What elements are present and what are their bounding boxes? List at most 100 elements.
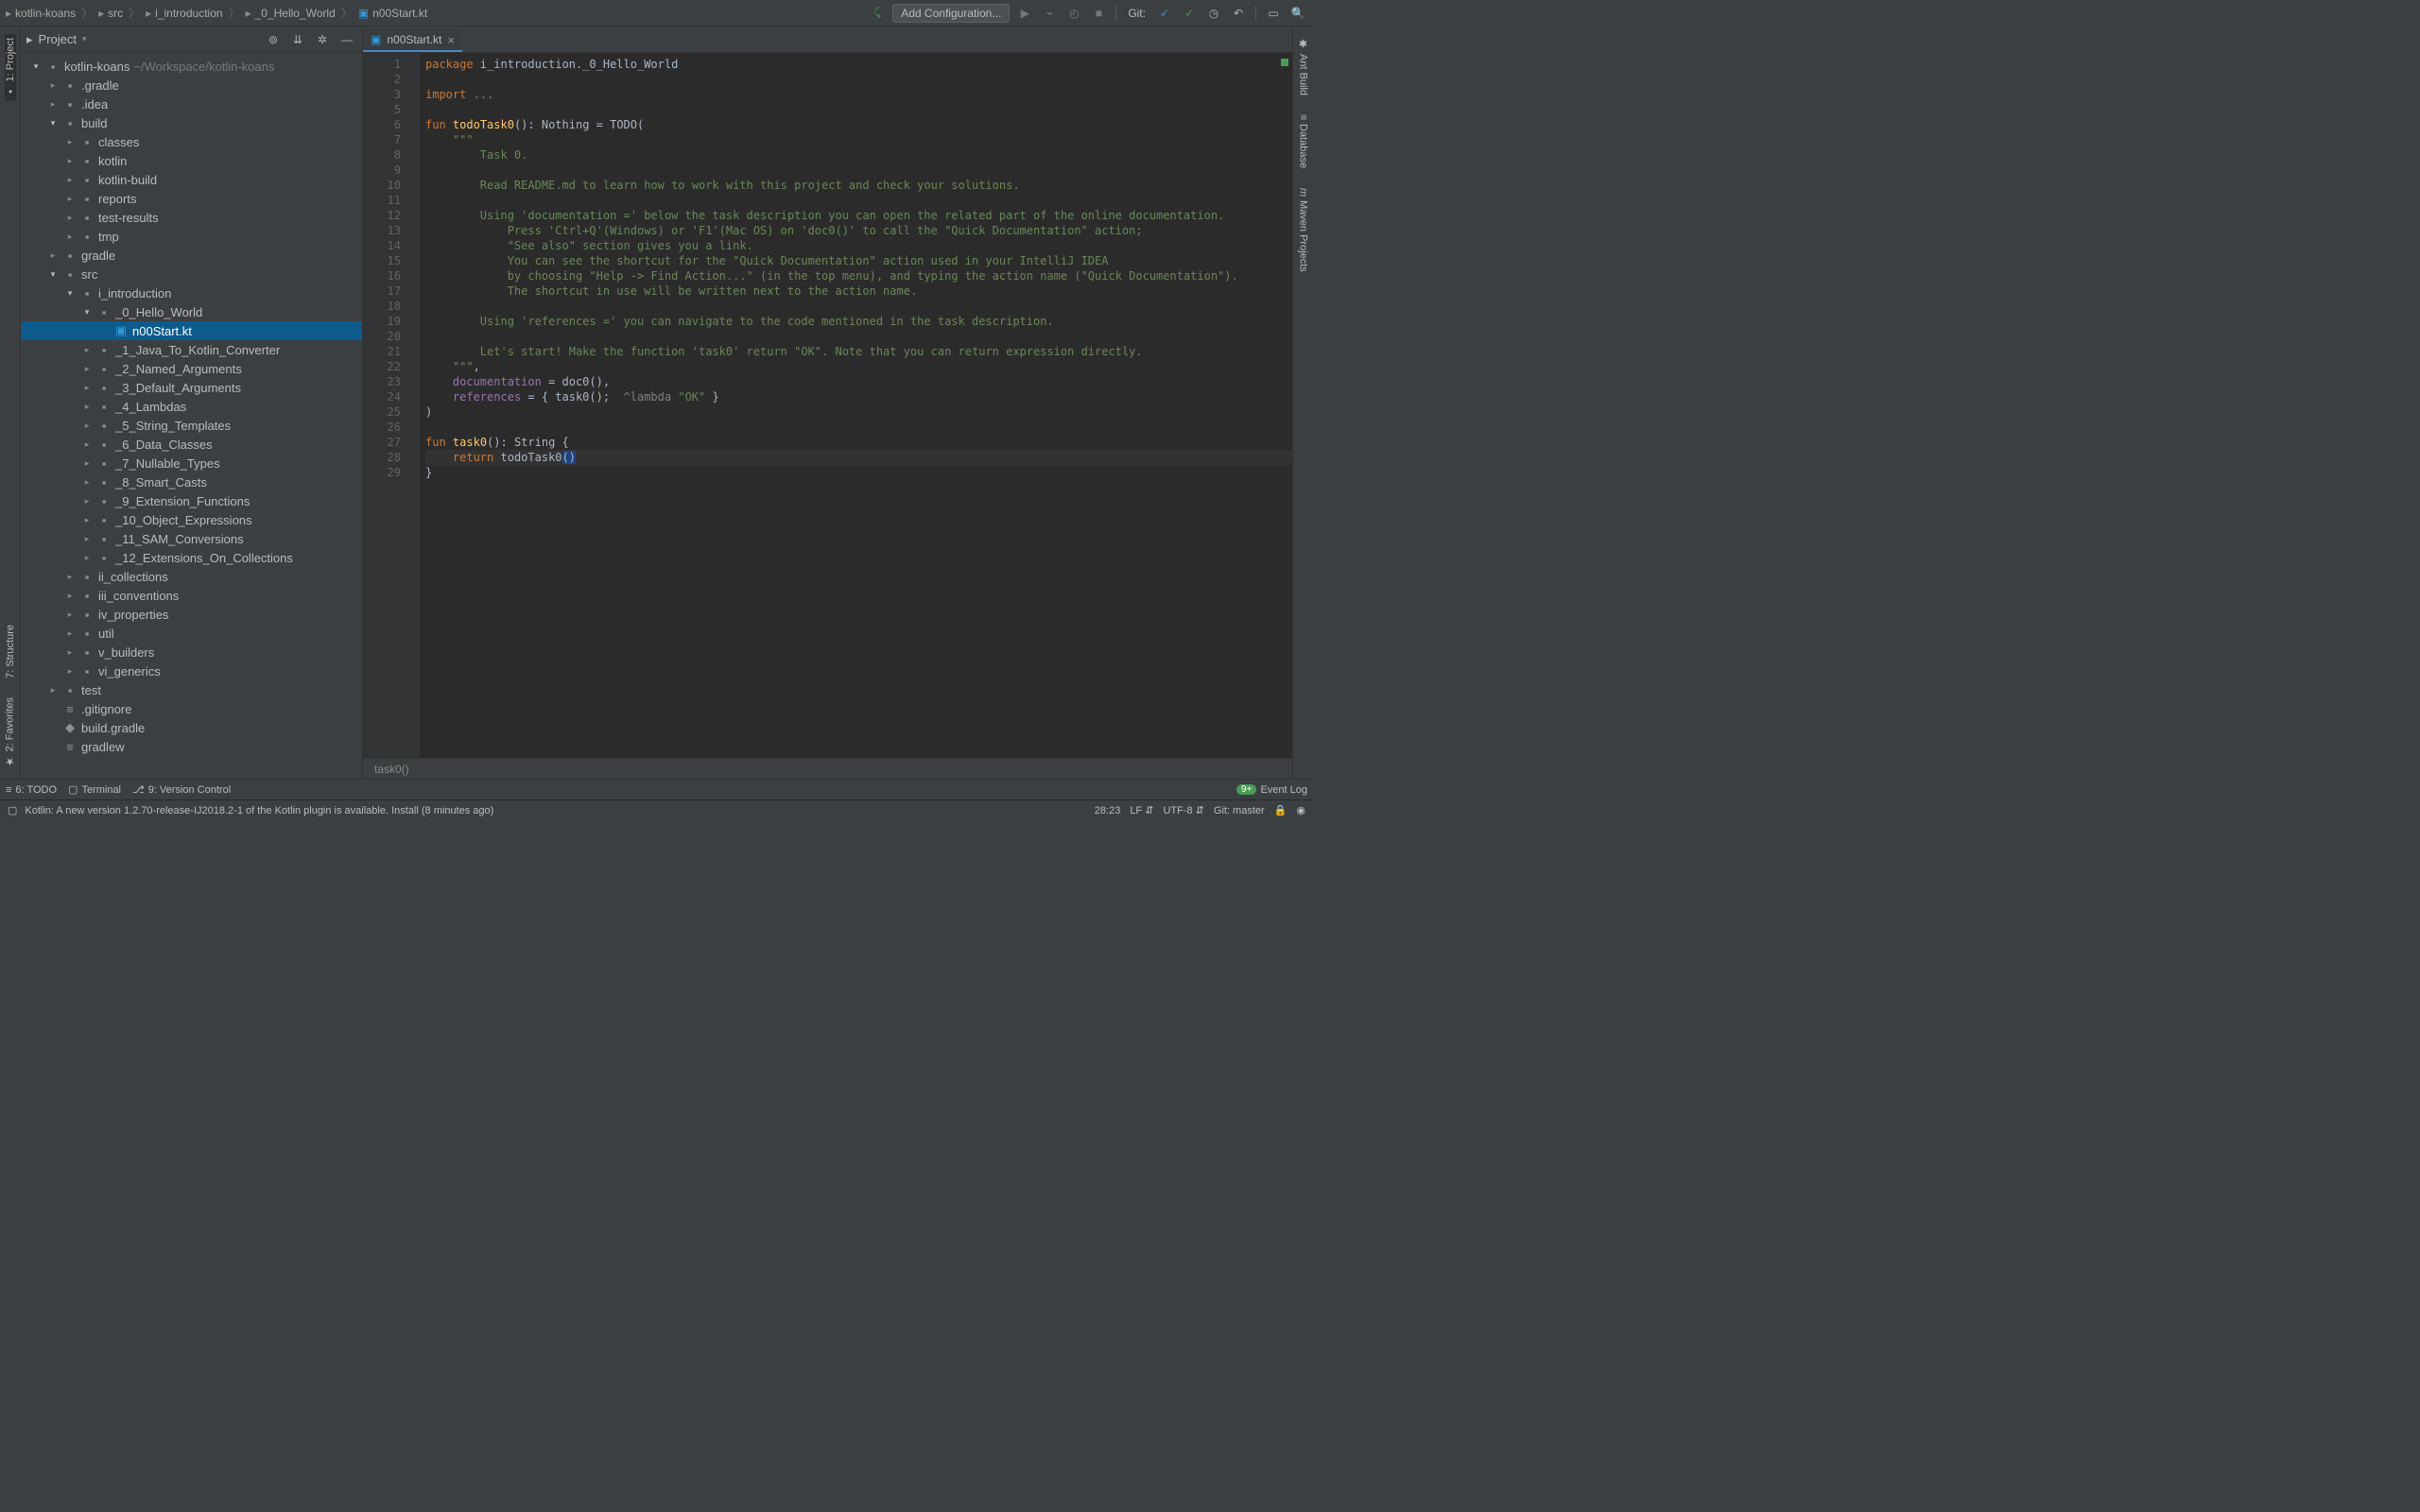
tree-folder[interactable]: ▾▪src (21, 265, 362, 284)
tree-folder[interactable]: ▾▪build (21, 113, 362, 132)
tree-folder[interactable]: ▸▪_11_SAM_Conversions (21, 529, 362, 548)
hat-icon[interactable]: ◉ (1296, 804, 1305, 816)
version-control-tool-button[interactable]: ⎇ 9: Version Control (132, 783, 231, 796)
close-icon[interactable]: × (447, 33, 455, 47)
tree-folder[interactable]: ▸▪vi_generics (21, 662, 362, 680)
tree-folder[interactable]: ▸▪iii_conventions (21, 586, 362, 605)
code-area[interactable]: package i_introduction._0_Hello_World im… (420, 53, 1292, 758)
tree-arrow-open[interactable]: ▾ (47, 269, 59, 280)
lock-icon[interactable]: 🔒 (1274, 804, 1288, 816)
tree-file[interactable]: ≡gradlew (21, 737, 362, 756)
tree-folder[interactable]: ▸▪v_builders (21, 643, 362, 662)
tree-arrow-open[interactable]: ▾ (47, 118, 59, 129)
inspection-marker[interactable] (1281, 59, 1288, 66)
maven-tool-button[interactable]: m Maven Projects (1298, 184, 1309, 276)
tree-folder[interactable]: ▸▪reports (21, 189, 362, 208)
tree-arrow-open[interactable]: ▾ (81, 307, 93, 318)
tree-folder[interactable]: ▸▪_2_Named_Arguments (21, 359, 362, 378)
tree-folder[interactable]: ▸▪iv_properties (21, 605, 362, 624)
git-branch[interactable]: Git: master (1214, 805, 1265, 816)
tree-folder[interactable]: ▾▪_0_Hello_World (21, 302, 362, 321)
debug-icon[interactable]: ⌁ (1040, 4, 1059, 23)
tree-arrow-closed[interactable]: ▸ (47, 80, 59, 91)
vcs-update-icon[interactable]: ✓ (1155, 4, 1174, 23)
breadcrumb-item[interactable]: ▸kotlin-koans (6, 7, 76, 20)
breadcrumb-item[interactable]: ▸i_introduction (146, 7, 222, 20)
tree-arrow-closed[interactable]: ▸ (81, 439, 93, 450)
run-icon[interactable]: ▶ (1015, 4, 1034, 23)
tree-folder[interactable]: ▸▪_10_Object_Expressions (21, 510, 362, 529)
terminal-tool-button[interactable]: ▢ Terminal (68, 783, 121, 796)
vcs-revert-icon[interactable]: ↶ (1229, 4, 1248, 23)
tree-arrow-closed[interactable]: ▸ (64, 591, 76, 601)
tree-arrow-closed[interactable]: ▸ (64, 194, 76, 204)
tree-folder[interactable]: ▸▪kotlin-build (21, 170, 362, 189)
tree-arrow-closed[interactable]: ▸ (64, 137, 76, 147)
tree-folder[interactable]: ▸▪_7_Nullable_Types (21, 454, 362, 472)
tree-arrow-open[interactable]: ▾ (64, 288, 76, 299)
project-structure-icon[interactable]: ▭ (1264, 4, 1283, 23)
tree-folder[interactable]: ▸▪tmp (21, 227, 362, 246)
tree-arrow-open[interactable]: ▾ (30, 61, 42, 72)
tree-arrow-closed[interactable]: ▸ (81, 458, 93, 469)
tree-arrow-closed[interactable]: ▸ (47, 250, 59, 261)
tree-arrow-closed[interactable]: ▸ (64, 628, 76, 639)
tree-folder[interactable]: ▸▪ii_collections (21, 567, 362, 586)
tree-file[interactable]: ◆build.gradle (21, 718, 362, 737)
tree-file[interactable]: ▣n00Start.kt (21, 321, 362, 340)
project-view-title[interactable]: Project (39, 32, 77, 46)
tree-folder[interactable]: ▾▪kotlin-koans~/Workspace/kotlin-koans (21, 57, 362, 76)
tree-folder[interactable]: ▸▪test (21, 680, 362, 699)
tree-folder[interactable]: ▸▪_4_Lambdas (21, 397, 362, 416)
tree-arrow-closed[interactable]: ▸ (81, 553, 93, 563)
tree-folder[interactable]: ▸▪_6_Data_Classes (21, 435, 362, 454)
breadcrumb-item[interactable]: ▸_0_Hello_World (246, 7, 336, 20)
tree-folder[interactable]: ▸▪test-results (21, 208, 362, 227)
event-log-button[interactable]: 9+ Event Log (1236, 784, 1307, 796)
tree-arrow-closed[interactable]: ▸ (81, 515, 93, 525)
editor[interactable]: 1235678910111213141516171819202122232425… (363, 53, 1292, 758)
vcs-commit-icon[interactable]: ✓ (1180, 4, 1199, 23)
tree-folder[interactable]: ▸▪_1_Java_To_Kotlin_Converter (21, 340, 362, 359)
tree-arrow-closed[interactable]: ▸ (64, 156, 76, 166)
tree-folder[interactable]: ▸▪_9_Extension_Functions (21, 491, 362, 510)
tree-arrow-closed[interactable]: ▸ (64, 213, 76, 223)
stop-icon[interactable]: ■ (1089, 4, 1108, 23)
breadcrumb-item[interactable]: ▸src (98, 7, 123, 20)
tree-arrow-closed[interactable]: ▸ (64, 647, 76, 658)
editor-tab[interactable]: ▣ n00Start.kt × (363, 27, 462, 52)
tree-folder[interactable]: ▸▪.gradle (21, 76, 362, 94)
collapse-all-icon[interactable]: ⇊ (288, 30, 307, 49)
tree-arrow-closed[interactable]: ▸ (81, 477, 93, 488)
tree-arrow-closed[interactable]: ▸ (81, 345, 93, 355)
tree-folder[interactable]: ▸▪util (21, 624, 362, 643)
file-encoding[interactable]: UTF-8 ⇵ (1163, 804, 1203, 816)
tree-arrow-closed[interactable]: ▸ (81, 534, 93, 544)
tree-folder[interactable]: ▸▪_12_Extensions_On_Collections (21, 548, 362, 567)
project-tree[interactable]: ▾▪kotlin-koans~/Workspace/kotlin-koans▸▪… (21, 53, 362, 779)
tree-arrow-closed[interactable]: ▸ (64, 610, 76, 620)
tree-arrow-closed[interactable]: ▸ (64, 175, 76, 185)
project-tool-button[interactable]: ▪ 1: Project (5, 34, 16, 100)
tree-folder[interactable]: ▸▪classes (21, 132, 362, 151)
status-message[interactable]: Kotlin: A new version 1.2.70-release-IJ2… (25, 805, 493, 816)
ant-build-tool-button[interactable]: ✱ Ant Build (1297, 34, 1309, 99)
tree-file[interactable]: ≡.gitignore (21, 699, 362, 718)
tree-folder[interactable]: ▸▪.idea (21, 94, 362, 113)
breadcrumb-item[interactable]: ▣n00Start.kt (358, 7, 427, 20)
database-tool-button[interactable]: ≡ Database (1298, 111, 1309, 173)
tree-folder[interactable]: ▸▪gradle (21, 246, 362, 265)
todo-tool-button[interactable]: ≡ 6: TODO (6, 783, 57, 796)
run-config-selector[interactable]: Add Configuration... (892, 4, 1010, 23)
vcs-history-icon[interactable]: ◷ (1204, 4, 1223, 23)
tree-arrow-closed[interactable]: ▸ (81, 421, 93, 431)
toolwindows-icon[interactable]: ▢ (8, 804, 17, 816)
tree-arrow-closed[interactable]: ▸ (81, 383, 93, 393)
tree-folder[interactable]: ▸▪_8_Smart_Casts (21, 472, 362, 491)
tree-arrow-closed[interactable]: ▸ (81, 364, 93, 374)
tree-arrow-closed[interactable]: ▸ (64, 572, 76, 582)
tree-folder[interactable]: ▸▪_3_Default_Arguments (21, 378, 362, 397)
hide-icon[interactable]: — (337, 30, 356, 49)
fold-gutter[interactable] (410, 53, 420, 758)
caret-position[interactable]: 28:23 (1095, 805, 1121, 816)
